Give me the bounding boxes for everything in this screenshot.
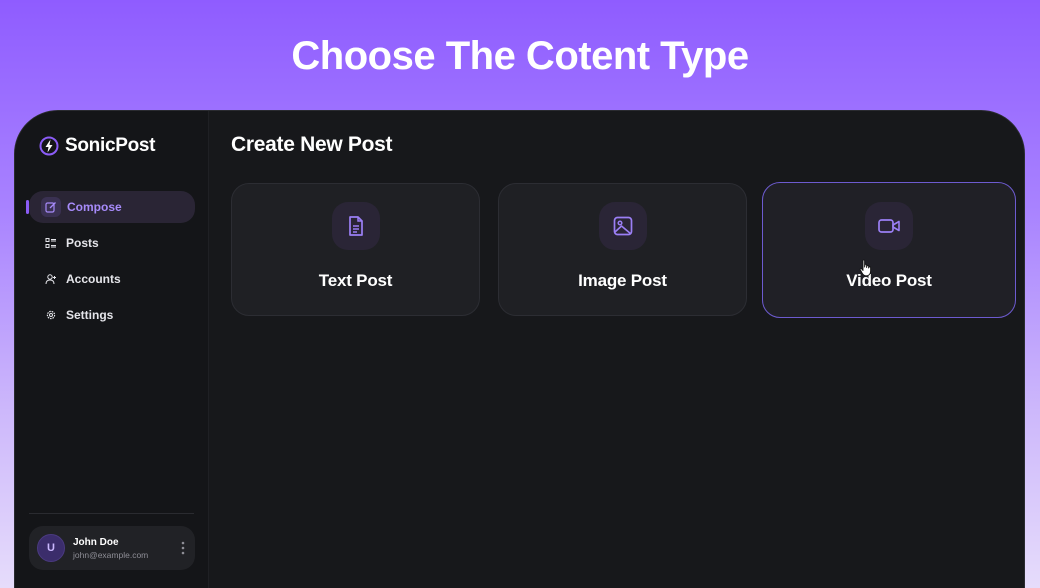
image-post-card[interactable]: Image Post (498, 183, 747, 316)
card-label: Image Post (578, 271, 667, 290)
sidebar-item-compose[interactable]: Compose (26, 191, 195, 223)
user-email: john@example.com (73, 549, 149, 560)
image-icon (613, 216, 632, 236)
page-title: Create New Post (231, 133, 393, 156)
text-post-card[interactable]: Text Post (231, 183, 480, 316)
video-post-card[interactable]: Video Post (762, 182, 1016, 318)
card-label: Video Post (846, 271, 932, 290)
hero-title: Choose The Cotent Type (291, 34, 749, 78)
more-vertical-icon[interactable] (181, 541, 185, 555)
lightning-bolt-icon (39, 136, 59, 156)
sidebar: SonicPost Compose Posts Accounts Setting… (15, 111, 209, 588)
sidebar-item-label: Posts (66, 236, 99, 250)
sidebar-divider (29, 513, 194, 514)
user-plus-icon (45, 274, 56, 285)
sidebar-item-accounts[interactable]: Accounts (29, 263, 195, 295)
app-window: SonicPost Compose Posts Accounts Setting… (14, 110, 1025, 588)
user-name: John Doe (73, 536, 119, 548)
brand-name: SonicPost (65, 135, 156, 156)
sidebar-item-settings[interactable]: Settings (29, 299, 195, 331)
sidebar-item-label: Compose (67, 200, 122, 214)
card-label: Text Post (318, 271, 393, 290)
avatar: U (37, 534, 65, 562)
grid-list-icon (45, 238, 56, 248)
edit-icon (45, 202, 56, 213)
gear-icon (46, 310, 56, 320)
brand-logo[interactable]: SonicPost (39, 135, 156, 157)
video-camera-icon (878, 219, 900, 233)
document-icon (348, 216, 363, 236)
sidebar-item-label: Accounts (66, 272, 121, 286)
hand-pointer-icon (859, 259, 872, 277)
sidebar-item-label: Settings (66, 308, 114, 322)
user-profile-card[interactable]: U John Doe john@example.com (29, 526, 195, 570)
sidebar-item-posts[interactable]: Posts (29, 227, 195, 259)
sidebar-nav: Compose Posts Accounts Settings (26, 191, 195, 335)
